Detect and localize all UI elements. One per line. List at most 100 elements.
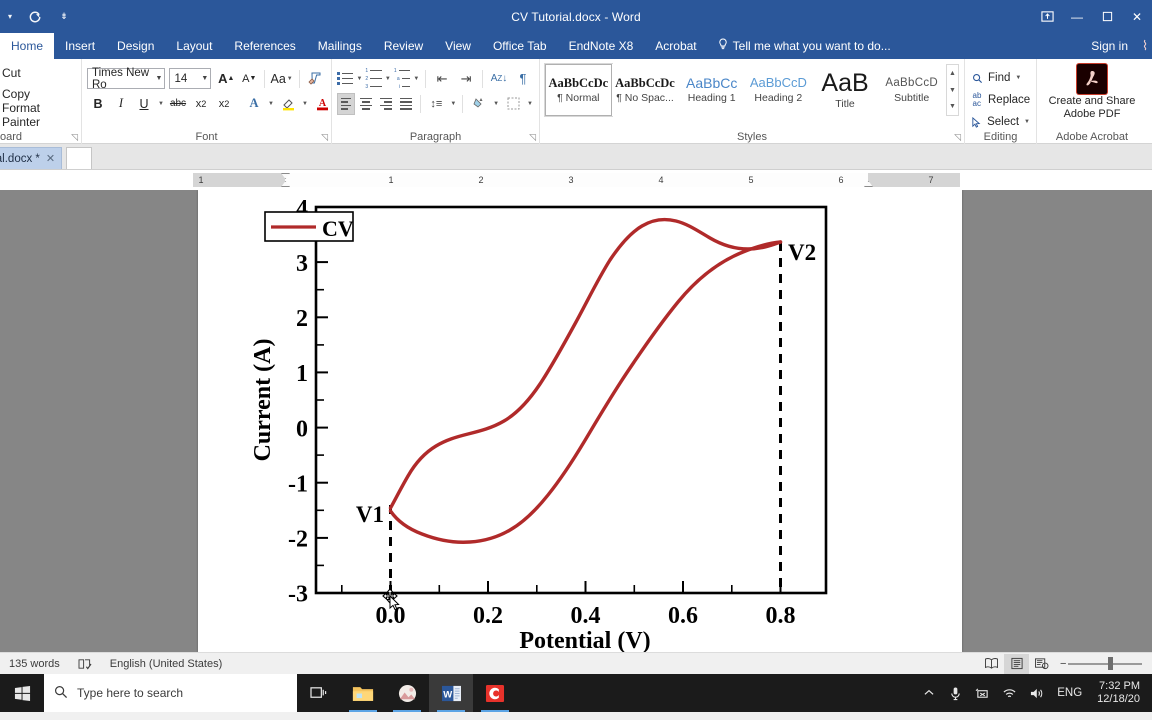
restore-button[interactable] — [1092, 0, 1122, 33]
align-center-button[interactable] — [357, 93, 375, 115]
redo-icon[interactable] — [25, 6, 45, 28]
styles-gallery-scroll[interactable]: ▲ ▼ ▼ — [946, 64, 959, 116]
tab-review[interactable]: Review — [373, 33, 434, 59]
clipboard-dialog-launcher-icon[interactable]: ◹ — [71, 132, 78, 143]
zoom-slider[interactable]: − — [1060, 654, 1146, 674]
styles-scroll-down-icon[interactable]: ▼ — [947, 82, 958, 99]
borders-icon[interactable] — [502, 93, 524, 115]
close-icon[interactable]: ✕ — [46, 152, 55, 165]
italic-button[interactable]: I — [110, 93, 132, 115]
file-explorer-icon[interactable] — [341, 674, 385, 712]
decrease-indent-icon[interactable]: ⇤ — [431, 68, 453, 90]
word-count[interactable]: 135 words — [0, 653, 69, 675]
text-highlight-icon[interactable] — [277, 93, 299, 115]
tab-references[interactable]: References — [223, 33, 306, 59]
wifi-icon[interactable] — [996, 674, 1023, 712]
windows-start-icon[interactable] — [0, 674, 44, 712]
grow-font-button[interactable]: A ▲ — [215, 68, 237, 90]
close-button[interactable]: ✕ — [1122, 0, 1152, 33]
shading-dropdown-icon[interactable]: ▼ — [493, 101, 499, 107]
tab-acrobat[interactable]: Acrobat — [644, 33, 707, 59]
font-dialog-launcher-icon[interactable]: ◹ — [321, 132, 328, 143]
text-effects-icon[interactable]: A — [243, 93, 265, 115]
chevron-down-icon[interactable]: ▼ — [156, 75, 163, 82]
photos-icon[interactable] — [385, 674, 429, 712]
horizontal-ruler[interactable]: 1 1 2 3 4 5 6 7 — [193, 173, 960, 187]
spellcheck-icon[interactable] — [69, 653, 101, 675]
print-layout-button[interactable] — [1004, 653, 1029, 674]
tab-endnote-x8[interactable]: EndNote X8 — [558, 33, 645, 59]
style-heading-1[interactable]: AaBbCc Heading 1 — [678, 64, 746, 116]
read-mode-button[interactable] — [979, 654, 1004, 674]
show-hidden-icons[interactable] — [915, 674, 942, 712]
paragraph-dialog-launcher-icon[interactable]: ◹ — [529, 132, 536, 143]
language-indicator[interactable]: ENG — [1050, 674, 1089, 712]
find-button[interactable]: Find ▼ — [970, 67, 1031, 89]
new-document-tab[interactable] — [66, 147, 93, 169]
tab-view[interactable]: View — [434, 33, 482, 59]
show-formatting-marks-icon[interactable]: ¶ — [512, 68, 534, 90]
font-color-icon[interactable]: A — [311, 93, 333, 115]
style-normal[interactable]: AaBbCcDc ¶ Normal — [544, 63, 613, 117]
borders-dropdown-icon[interactable]: ▼ — [527, 101, 533, 107]
zoom-out-button[interactable]: − — [1060, 658, 1066, 670]
taskbar-search-box[interactable]: Type here to search — [44, 674, 297, 712]
bold-button[interactable]: B — [87, 93, 109, 115]
justify-button[interactable] — [397, 93, 415, 115]
shading-icon[interactable] — [468, 93, 490, 115]
cut-button[interactable]: Cut — [0, 62, 76, 83]
multilevel-list-dropdown-icon[interactable]: ▼ — [413, 76, 419, 82]
document-page[interactable]: 4 3 2 1 0 -1 -2 -3 0.0 0.2 0.4 0.6 0.8 P… — [198, 190, 962, 652]
bullet-list-dropdown-icon[interactable]: ▼ — [356, 76, 362, 82]
align-left-button[interactable] — [337, 92, 356, 115]
multilevel-list-icon[interactable]: 1 a i — [394, 68, 411, 90]
tell-me-search[interactable]: Tell me what you want to do... — [708, 33, 901, 59]
tab-design[interactable]: Design — [106, 33, 165, 59]
task-view-icon[interactable] — [297, 674, 341, 712]
network-disconnected-icon[interactable] — [969, 674, 996, 712]
web-layout-button[interactable] — [1029, 654, 1054, 674]
tab-mailings[interactable]: Mailings — [307, 33, 373, 59]
autosave-dropdown-icon[interactable]: ▾ — [4, 6, 16, 28]
minimize-button[interactable]: — — [1062, 0, 1092, 33]
font-size-input[interactable]: 14 ▼ — [169, 68, 212, 89]
sort-icon[interactable]: A Z ↓ — [488, 68, 510, 90]
cv-chart[interactable]: 4 3 2 1 0 -1 -2 -3 0.0 0.2 0.4 0.6 0.8 P… — [198, 190, 962, 652]
line-spacing-icon[interactable]: ↕≡ — [425, 93, 447, 115]
tab-layout[interactable]: Layout — [165, 33, 223, 59]
increase-indent-icon[interactable]: ⇥ — [455, 68, 477, 90]
language-indicator[interactable]: English (United States) — [101, 653, 232, 675]
numbered-list-icon[interactable]: 1 2 3 — [365, 68, 382, 90]
find-dropdown-icon[interactable]: ▼ — [1015, 75, 1021, 81]
document-tab-cv-tutorial[interactable]: orial.docx * ✕ — [0, 147, 63, 169]
clear-formatting-icon[interactable] — [304, 68, 326, 90]
camtasia-icon[interactable] — [473, 674, 517, 712]
adobe-acrobat-icon[interactable] — [1077, 64, 1107, 94]
style-subtitle[interactable]: AaBbCcD Subtitle — [878, 64, 946, 116]
create-and-share-pdf-button[interactable]: Create and Share Adobe PDF — [1049, 95, 1136, 121]
strikethrough-button[interactable]: abc — [167, 93, 189, 115]
bullet-list-icon[interactable] — [337, 69, 354, 88]
replace-button[interactable]: ab ac Replace — [970, 89, 1031, 111]
subscript-button[interactable]: x2 — [190, 93, 212, 115]
customize-quick-access-toolbar-icon[interactable]: ⇟ — [54, 6, 74, 28]
word-icon[interactable]: W — [429, 674, 473, 712]
chevron-down-icon[interactable]: ▼ — [201, 75, 208, 82]
share-icon[interactable]: ⌇ — [1138, 33, 1152, 59]
select-button[interactable]: Select ▼ — [970, 111, 1031, 133]
taskbar-clock[interactable]: 7:32 PM 12/18/20 — [1089, 674, 1148, 712]
styles-scroll-up-icon[interactable]: ▲ — [947, 65, 958, 82]
line-spacing-dropdown-icon[interactable]: ▼ — [450, 101, 456, 107]
microphone-icon[interactable] — [942, 674, 969, 712]
font-name-input[interactable]: Times New Ro ▼ — [87, 67, 166, 91]
superscript-button[interactable]: x2 — [213, 93, 235, 115]
format-painter-button[interactable]: Format Painter — [0, 101, 76, 129]
ribbon-display-options-icon[interactable] — [1032, 0, 1062, 33]
style-no-spacing[interactable]: AaBbCcDc ¶ No Spac... — [611, 64, 679, 116]
select-dropdown-icon[interactable]: ▼ — [1024, 119, 1030, 125]
underline-dropdown-icon[interactable]: ▼ — [156, 93, 166, 115]
volume-icon[interactable] — [1023, 674, 1050, 712]
text-effects-dropdown-icon[interactable]: ▼ — [266, 93, 276, 115]
change-case-button[interactable]: Aa ▼ — [269, 68, 295, 90]
styles-more-icon[interactable]: ▼ — [947, 98, 958, 115]
